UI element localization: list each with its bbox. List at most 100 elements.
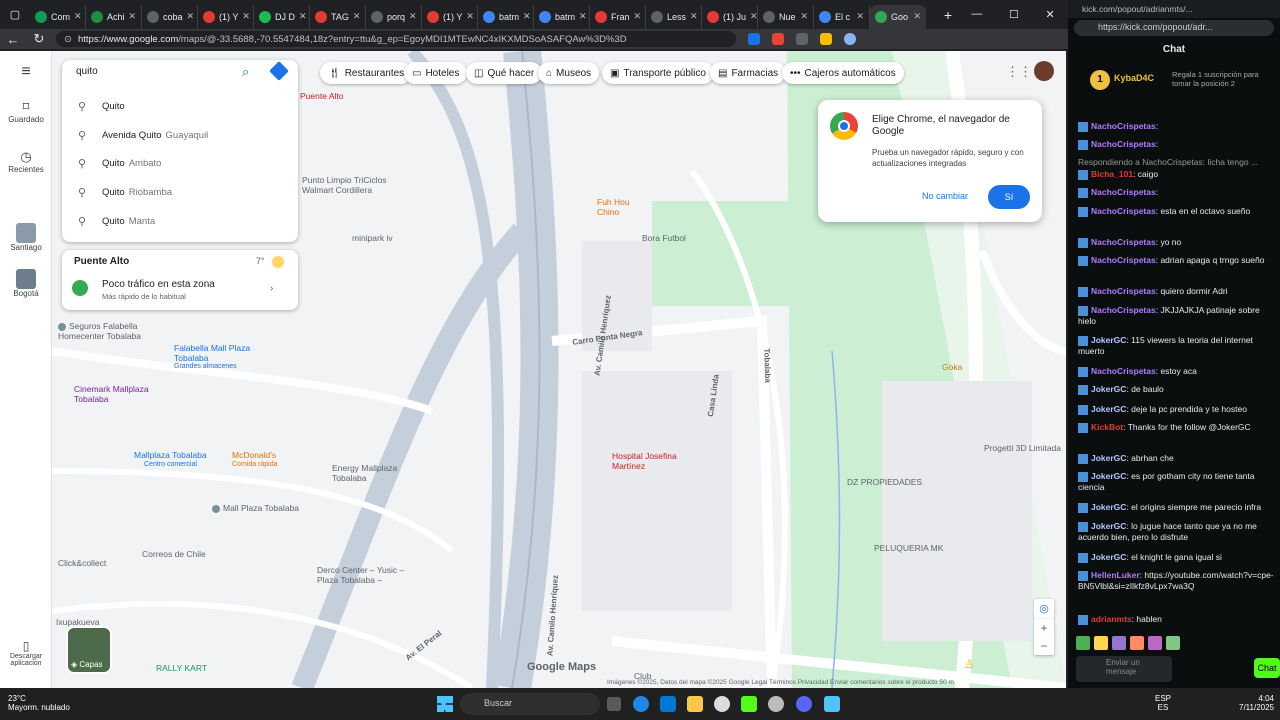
saved-button[interactable]: ⌑ Guardado: [0, 99, 52, 124]
chat-username[interactable]: NachoCrispetas: [1091, 139, 1156, 149]
poi-falabella[interactable]: Seguros Falabella Homecenter Tobalaba: [58, 321, 168, 341]
chat-send-button[interactable]: Chat: [1254, 658, 1280, 678]
tab-close-icon[interactable]: ✕: [634, 11, 642, 22]
suggestion-item[interactable]: ⚲ Avenida Quito Guayaquil: [62, 122, 298, 148]
browser-tab[interactable]: El c ✕: [814, 4, 870, 29]
kick-icon[interactable]: [741, 696, 757, 712]
extension-icon[interactable]: [748, 33, 760, 45]
tab-search-icon[interactable]: ▢: [0, 8, 30, 21]
search-icon[interactable]: ⌕: [242, 64, 249, 80]
browser-tab[interactable]: (1) Y ✕: [198, 4, 254, 29]
poi-puente-alto[interactable]: Puente Alto: [300, 91, 343, 101]
recent-place-santiago[interactable]: Santiago: [0, 223, 52, 252]
weather-widget[interactable]: 23°C Mayorm. nublado: [8, 694, 70, 712]
tab-close-icon[interactable]: ✕: [466, 11, 474, 22]
tab-close-icon[interactable]: ✕: [800, 11, 808, 22]
tab-close-icon[interactable]: ✕: [74, 11, 82, 22]
download-app-button[interactable]: ▯ Descargar aplicación: [0, 639, 52, 667]
emote-icon[interactable]: [1112, 636, 1126, 650]
chip-que-hacer[interactable]: ◫ Qué hacer: [466, 62, 543, 84]
chip-hoteles[interactable]: ▭ Hoteles: [404, 62, 468, 84]
suggestion-item[interactable]: ⚲ Quito Ambato: [62, 150, 298, 176]
poi-triciclos[interactable]: Punto Limpio TriCiclos Walmart Cordiller…: [302, 175, 392, 195]
chat-username[interactable]: NachoCrispetas: [1091, 286, 1156, 296]
extension-icon[interactable]: [796, 33, 808, 45]
poi-energy[interactable]: Energy Mallplaza Tobalaba: [332, 463, 412, 483]
chat-username[interactable]: NachoCrispetas: [1091, 237, 1156, 247]
chat-username[interactable]: JokerGC: [1091, 384, 1126, 394]
maximize-icon[interactable]: ☐: [1009, 8, 1019, 21]
omnibox[interactable]: ⊙ https://www.google.com/maps/@-33.5688,…: [56, 31, 736, 47]
poi-mall-plaza[interactable]: Mall Plaza Tobalaba: [212, 503, 299, 513]
poi-clickcollect[interactable]: Click&collect: [58, 558, 106, 568]
tab-close-icon[interactable]: ✕: [579, 11, 587, 22]
emote-icon[interactable]: [1094, 636, 1108, 650]
new-tab-button[interactable]: +: [938, 7, 958, 23]
chat-username[interactable]: JokerGC: [1091, 335, 1126, 345]
app-icon[interactable]: [768, 696, 784, 712]
account-avatar[interactable]: [1034, 61, 1054, 81]
chip-farmacias[interactable]: ▤ Farmacias: [710, 62, 787, 84]
edge-icon[interactable]: [633, 696, 649, 712]
poi-peluqueria[interactable]: PELUQUERIA MK: [874, 543, 943, 553]
browser-tab[interactable]: porq ✕: [366, 4, 422, 29]
browser-tab[interactable]: DJ D ✕: [254, 4, 310, 29]
folder-icon[interactable]: [687, 696, 703, 712]
chat-username[interactable]: NachoCrispetas: [1091, 305, 1156, 315]
browser-tab[interactable]: Com ✕: [30, 4, 86, 29]
poi-bora-futbol[interactable]: Bora Futbol: [642, 233, 686, 243]
chat-username[interactable]: Bicha_101: [1091, 169, 1133, 179]
clock[interactable]: 4:04 7/11/2025: [1224, 694, 1274, 712]
kick-url[interactable]: https://kick.com/popout/adr...: [1074, 20, 1274, 36]
language-indicator[interactable]: ESP ES: [1155, 694, 1171, 712]
emote-icon[interactable]: [1076, 636, 1090, 650]
chat-username[interactable]: NachoCrispetas: [1091, 366, 1156, 376]
apps-grid-icon[interactable]: ⋮⋮: [1006, 64, 1032, 80]
chat-username[interactable]: JokerGC: [1091, 471, 1126, 481]
tab-close-icon[interactable]: ✕: [299, 11, 307, 22]
poi-cinemark[interactable]: Cinemark Mallplaza Tobalaba: [74, 384, 154, 404]
tab-close-icon[interactable]: ✕: [129, 11, 137, 22]
back-icon[interactable]: ←: [0, 32, 26, 47]
reload-icon[interactable]: ↻: [26, 31, 52, 47]
browser-tab[interactable]: Nue ✕: [758, 4, 814, 29]
chat-username[interactable]: adrianmts: [1091, 614, 1132, 624]
browser-tab[interactable]: (1) Ju ✕: [702, 4, 758, 29]
emote-icon[interactable]: [1148, 636, 1162, 650]
chat-username[interactable]: JokerGC: [1091, 521, 1126, 531]
area-info-card[interactable]: Puente Alto 7° Poco tráfico en esta zona…: [62, 250, 298, 310]
chat-username[interactable]: JokerGC: [1091, 552, 1126, 562]
browser-tab[interactable]: batm ✕: [534, 4, 590, 29]
chip-museos[interactable]: ⌂ Museos: [538, 62, 600, 84]
recent-button[interactable]: ◷ Recientes: [0, 149, 52, 174]
chrome-icon[interactable]: [714, 696, 730, 712]
chat-username[interactable]: JokerGC: [1091, 502, 1126, 512]
chip-restaurantes[interactable]: 🍴︎ Restaurantes: [320, 62, 413, 84]
poi-goka[interactable]: Goka: [942, 362, 962, 372]
poi-progetti[interactable]: Progetti 3D Limitada: [984, 443, 1061, 453]
suggestion-item[interactable]: ⚲ Quito: [62, 93, 298, 119]
directions-icon[interactable]: [269, 61, 289, 81]
site-info-icon[interactable]: ⊙: [64, 34, 72, 45]
browser-tab[interactable]: batm ✕: [478, 4, 534, 29]
emote-icon[interactable]: [1166, 636, 1180, 650]
close-icon[interactable]: ✕: [1045, 8, 1054, 21]
tab-close-icon[interactable]: ✕: [856, 11, 864, 22]
taskview-icon[interactable]: [607, 697, 621, 711]
discord-icon[interactable]: [796, 696, 812, 712]
start-icon[interactable]: [437, 696, 453, 712]
zoom-out-icon[interactable]: −: [1034, 637, 1054, 655]
tab-close-icon[interactable]: ✕: [690, 11, 698, 22]
poi-mallplaza[interactable]: Mallplaza Tobalaba: [134, 450, 207, 460]
si-button[interactable]: Sí: [988, 185, 1030, 209]
suggestion-item[interactable]: ⚲ Quito Manta: [62, 208, 298, 234]
browser-tab[interactable]: TAG ✕: [310, 4, 366, 29]
chat-username[interactable]: JokerGC: [1091, 404, 1126, 414]
extension-icon[interactable]: [772, 33, 784, 45]
pegman-icon[interactable]: ♙: [964, 657, 978, 673]
chat-username[interactable]: NachoCrispetas: [1091, 121, 1156, 131]
profile-avatar[interactable]: [844, 33, 856, 45]
poi-mcdonalds[interactable]: McDonald's: [232, 450, 276, 460]
zoom-in-icon[interactable]: +: [1034, 619, 1054, 637]
chat-input[interactable]: Enviar un mensaje: [1076, 656, 1172, 682]
